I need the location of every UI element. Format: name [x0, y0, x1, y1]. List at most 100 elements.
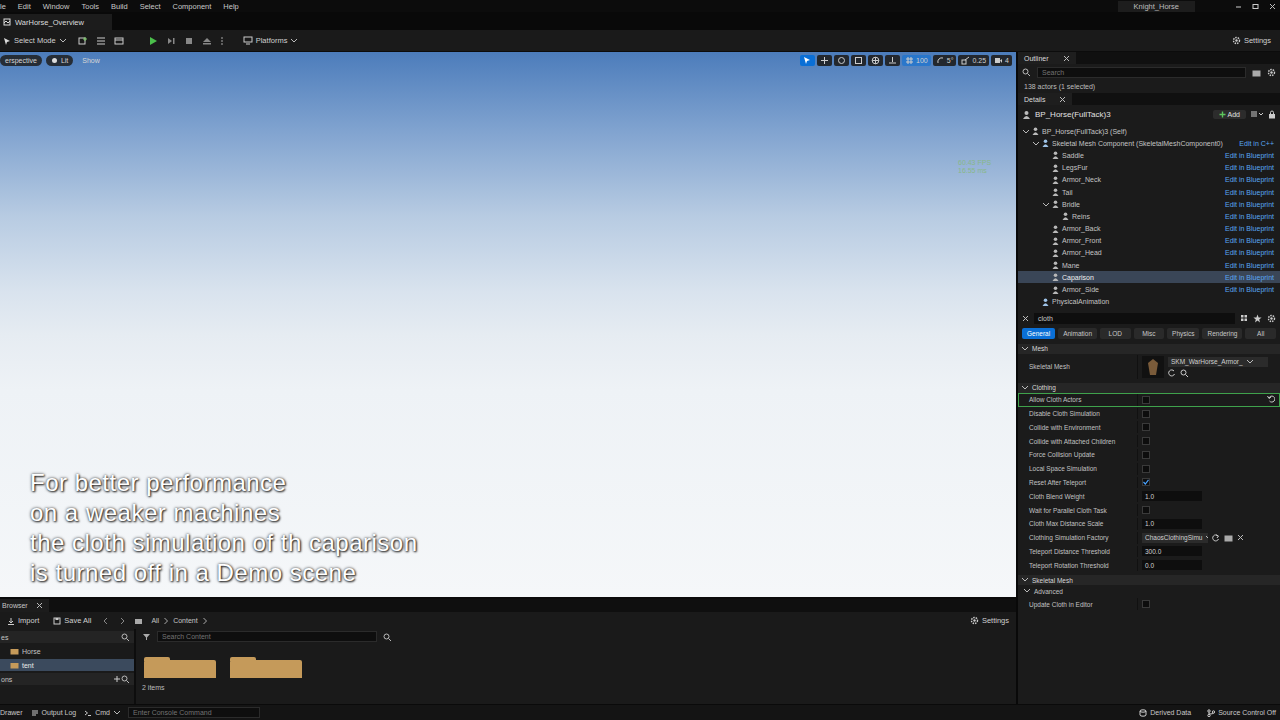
snap-setting[interactable]: 100: [902, 55, 931, 66]
browse-icon[interactable]: [1180, 369, 1189, 377]
category-tab[interactable]: Rendering: [1202, 328, 1242, 339]
edit-link[interactable]: Edit in Blueprint: [1225, 201, 1274, 208]
menu-item[interactable]: Build: [111, 2, 128, 11]
eject-icon[interactable]: [202, 36, 212, 46]
checkbox[interactable]: [1142, 451, 1150, 459]
component-row[interactable]: ReinsEdit in Blueprint: [1018, 210, 1280, 222]
gear-icon[interactable]: [1267, 314, 1276, 323]
forward-icon[interactable]: [118, 617, 126, 625]
select-mode-button[interactable]: Select Mode: [0, 34, 70, 47]
source-tree-row[interactable]: tent: [0, 659, 134, 671]
section-caret-icon[interactable]: [1021, 384, 1029, 392]
component-row[interactable]: ManeEdit in Blueprint: [1018, 259, 1280, 271]
lighting-button[interactable]: Lit: [46, 55, 73, 66]
edit-link[interactable]: Edit in Blueprint: [1225, 225, 1274, 232]
menu-item[interactable]: Edit: [18, 2, 31, 11]
section-caret-icon[interactable]: [1021, 345, 1029, 353]
category-tab[interactable]: All: [1245, 328, 1276, 339]
edit-link[interactable]: Edit in Blueprint: [1225, 274, 1274, 281]
output-log-button[interactable]: Output Log: [31, 709, 77, 717]
category-tab[interactable]: Animation: [1058, 328, 1097, 339]
checkbox[interactable]: [1142, 396, 1150, 404]
number-field[interactable]: 300.0: [1142, 546, 1202, 556]
edit-link[interactable]: Edit in Blueprint: [1225, 249, 1274, 256]
snap-setting[interactable]: 5°: [933, 55, 957, 66]
content-browser-tab[interactable]: Browser: [0, 599, 49, 612]
edit-link[interactable]: Edit in Blueprint: [1225, 164, 1274, 171]
expand-caret-icon[interactable]: [1022, 128, 1029, 135]
search-icon[interactable]: [121, 633, 130, 642]
search-icon[interactable]: [121, 675, 130, 684]
outliner-search-field[interactable]: [1037, 67, 1246, 78]
transform-tool[interactable]: [800, 55, 815, 66]
blueprint-icon[interactable]: [96, 36, 106, 45]
source-control-button[interactable]: Source Control Off: [1207, 709, 1276, 717]
expand-caret-icon[interactable]: [1042, 201, 1049, 208]
section-header[interactable]: Mesh: [1018, 344, 1280, 354]
console-input[interactable]: [128, 707, 260, 718]
source-tree-row[interactable]: ons: [0, 673, 134, 685]
content-settings-button[interactable]: Settings: [967, 614, 1012, 627]
source-tree-row[interactable]: es: [0, 631, 134, 643]
component-row[interactable]: TailEdit in Blueprint: [1018, 186, 1280, 198]
component-row[interactable]: CaparisonEdit in Blueprint: [1018, 271, 1280, 283]
category-tab[interactable]: General: [1022, 328, 1055, 339]
number-field[interactable]: 0.0: [1142, 560, 1202, 570]
surface-snap[interactable]: [885, 55, 900, 66]
menu-item[interactable]: Component: [173, 2, 212, 11]
asset-dropdown[interactable]: SKM_WarHorse_Armor_: [1168, 357, 1268, 367]
edit-link[interactable]: Edit in Blueprint: [1225, 189, 1274, 196]
browse-icon[interactable]: [1224, 534, 1233, 542]
edit-link[interactable]: Edit in Blueprint: [1225, 237, 1274, 244]
menu-item[interactable]: Tools: [81, 2, 99, 11]
number-field[interactable]: 1.0: [1142, 491, 1202, 501]
edit-link[interactable]: Edit in Blueprint: [1225, 176, 1274, 183]
component-row[interactable]: BridleEdit in Blueprint: [1018, 198, 1280, 210]
transform-tool[interactable]: [834, 55, 849, 66]
use-selected-icon[interactable]: [1212, 534, 1220, 542]
reset-to-default-icon[interactable]: [1267, 395, 1275, 403]
stop-icon[interactable]: [184, 36, 194, 46]
breadcrumb-item[interactable]: All: [151, 617, 159, 624]
close-icon[interactable]: [1269, 3, 1276, 10]
section-header[interactable]: Skeletal Mesh: [1018, 575, 1280, 585]
checkbox[interactable]: [1142, 600, 1150, 608]
property-filter-field[interactable]: cloth: [1034, 313, 1235, 324]
close-icon[interactable]: [36, 602, 43, 609]
search-options-icon[interactable]: [383, 633, 392, 641]
derived-data-button[interactable]: Derived Data: [1139, 709, 1191, 717]
checkbox[interactable]: [1142, 437, 1150, 445]
save-all-button[interactable]: Save All: [50, 614, 94, 627]
component-row[interactable]: Armor_FrontEdit in Blueprint: [1018, 235, 1280, 247]
coordinate-space[interactable]: [868, 55, 883, 66]
folder-icon[interactable]: [134, 617, 143, 625]
filter-icon[interactable]: [142, 633, 151, 641]
category-tab[interactable]: LOD: [1100, 328, 1131, 339]
add-component-button[interactable]: Add: [1213, 110, 1246, 119]
component-row[interactable]: Armor_NeckEdit in Blueprint: [1018, 174, 1280, 186]
more-icon[interactable]: [220, 36, 224, 46]
folder-tile[interactable]: [230, 660, 302, 678]
edit-link[interactable]: Edit in Blueprint: [1225, 286, 1274, 293]
clear-filter-icon[interactable]: [1022, 315, 1029, 322]
transform-tool[interactable]: [851, 55, 866, 66]
add-folder-icon[interactable]: [1252, 69, 1261, 77]
view-options-icon[interactable]: [1250, 110, 1264, 118]
show-button[interactable]: Show: [77, 55, 105, 66]
checkbox[interactable]: [1142, 465, 1150, 473]
back-icon[interactable]: [102, 617, 110, 625]
add-icon[interactable]: [113, 675, 121, 683]
snap-setting[interactable]: 4: [991, 55, 1012, 66]
component-row[interactable]: PhysicalAnimation: [1018, 296, 1280, 308]
details-tab[interactable]: Details: [1018, 93, 1072, 105]
gear-icon[interactable]: [1267, 68, 1276, 77]
checkbox[interactable]: [1142, 423, 1150, 431]
content-drawer-button[interactable]: Drawer: [0, 709, 23, 716]
component-row[interactable]: Skeletal Mesh Component (SkeletalMeshCom…: [1018, 137, 1280, 149]
platforms-button[interactable]: Platforms: [240, 34, 302, 47]
asset-search-field[interactable]: [157, 631, 377, 642]
snap-setting[interactable]: 0.25: [958, 55, 989, 66]
close-icon[interactable]: [1059, 96, 1066, 103]
lock-icon[interactable]: [1268, 110, 1276, 119]
close-icon[interactable]: [1063, 55, 1070, 62]
